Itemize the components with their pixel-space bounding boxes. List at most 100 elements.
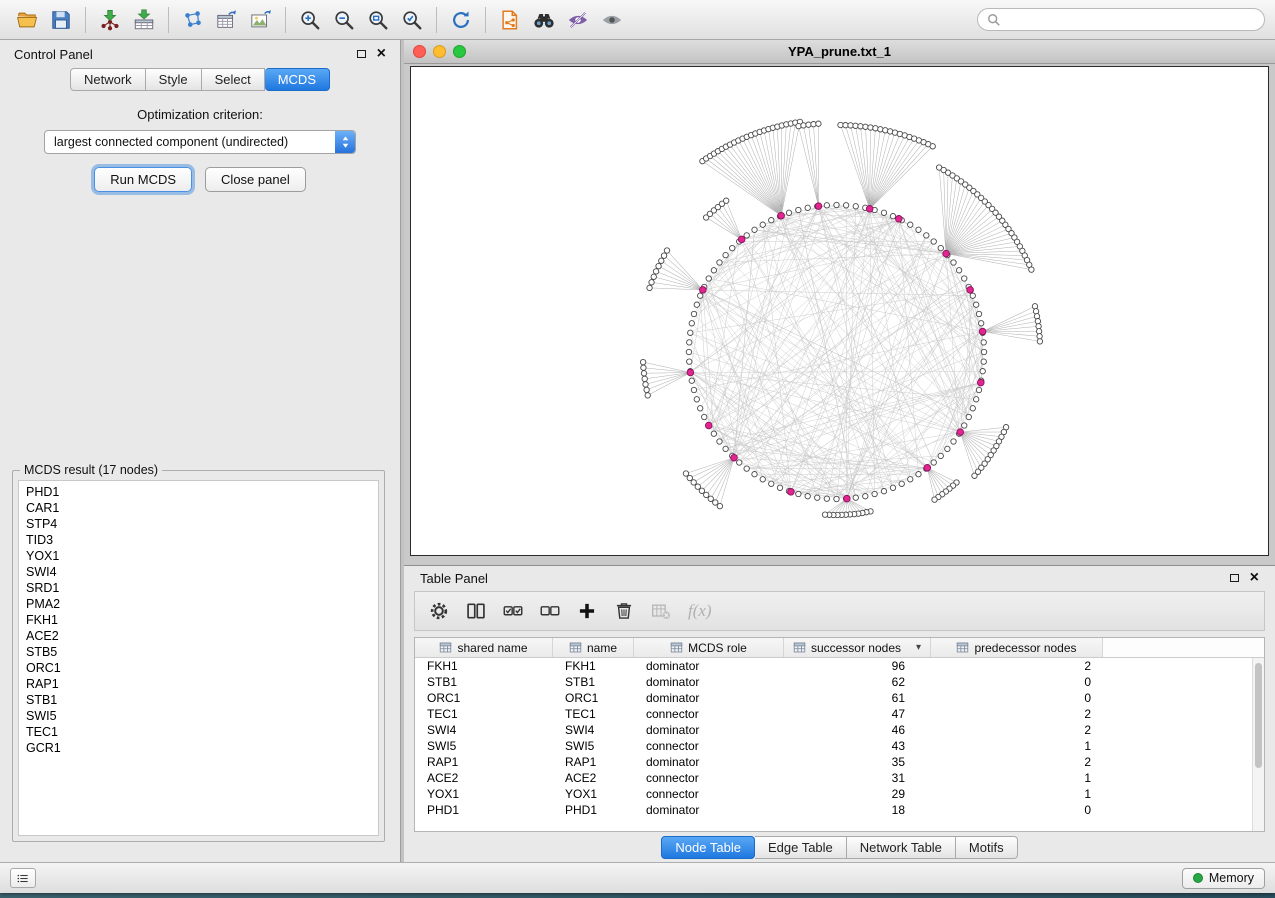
- network-window-titlebar[interactable]: YPA_prune.txt_1: [404, 40, 1275, 64]
- zoom-out-button[interactable]: [328, 5, 360, 35]
- mcds-result-item[interactable]: ACE2: [26, 628, 371, 644]
- table-cell: connector: [634, 739, 784, 753]
- mcds-result-item[interactable]: TID3: [26, 532, 371, 548]
- table-row[interactable]: TEC1TEC1connector472: [415, 706, 1264, 722]
- column-header-name[interactable]: name: [553, 638, 634, 657]
- select-all-columns-button[interactable]: [503, 601, 523, 621]
- tab-node-table[interactable]: Node Table: [661, 836, 755, 859]
- mcds-result-item[interactable]: FKH1: [26, 612, 371, 628]
- mcds-result-item[interactable]: SWI4: [26, 564, 371, 580]
- memory-button[interactable]: Memory: [1182, 868, 1265, 889]
- table-cell: 2: [931, 723, 1103, 737]
- control-panel-title: Control Panel: [14, 47, 93, 62]
- table-cell: 31: [784, 771, 931, 785]
- minimize-window-icon[interactable]: [433, 45, 446, 58]
- mcds-result-item[interactable]: ORC1: [26, 660, 371, 676]
- optimization-criterion-select[interactable]: largest connected component (undirected): [44, 130, 356, 154]
- table-row[interactable]: STB1STB1dominator620: [415, 674, 1264, 690]
- table-row[interactable]: YOX1YOX1connector291: [415, 786, 1264, 802]
- delete-column-button[interactable]: [614, 601, 634, 621]
- zoom-in-icon: [299, 9, 321, 31]
- share-document-button[interactable]: [494, 5, 526, 35]
- mcds-result-item[interactable]: SRD1: [26, 580, 371, 596]
- zoom-fit-button[interactable]: [362, 5, 394, 35]
- open-session-button[interactable]: [11, 5, 43, 35]
- refresh-button[interactable]: [445, 5, 477, 35]
- hide-panel-button[interactable]: [562, 5, 594, 35]
- import-network-button[interactable]: [94, 5, 126, 35]
- table-cell: 62: [784, 675, 931, 689]
- table-row[interactable]: FKH1FKH1dominator962: [415, 658, 1264, 674]
- maximize-window-icon[interactable]: [453, 45, 466, 58]
- table-cell: TEC1: [415, 707, 553, 721]
- mcds-result-item[interactable]: STB1: [26, 692, 371, 708]
- table-cell: SWI4: [415, 723, 553, 737]
- table-row[interactable]: SWI4SWI4dominator462: [415, 722, 1264, 738]
- table-row[interactable]: SWI5SWI5connector431: [415, 738, 1264, 754]
- mcds-result-item[interactable]: RAP1: [26, 676, 371, 692]
- mcds-result-item[interactable]: PHD1: [26, 484, 371, 500]
- mcds-result-item[interactable]: GCR1: [26, 740, 371, 756]
- table-cell: ACE2: [553, 771, 634, 785]
- column-header-fill: [1103, 638, 1264, 657]
- column-header-shared-name[interactable]: shared name: [415, 638, 553, 657]
- function-icon: f(x): [688, 601, 712, 621]
- table-row[interactable]: PHD1PHD1dominator180: [415, 802, 1264, 818]
- save-session-button[interactable]: [45, 5, 77, 35]
- close-window-icon[interactable]: [413, 45, 426, 58]
- column-header-predecessor-nodes[interactable]: predecessor nodes: [931, 638, 1103, 657]
- float-table-panel-icon[interactable]: [1230, 574, 1239, 582]
- search-box[interactable]: [977, 8, 1265, 31]
- tab-select[interactable]: Select: [202, 68, 265, 91]
- mcds-result-item[interactable]: SWI5: [26, 708, 371, 724]
- network-graph[interactable]: [411, 67, 1268, 555]
- mcds-result-item[interactable]: STB5: [26, 644, 371, 660]
- find-button[interactable]: [528, 5, 560, 35]
- deselect-all-columns-button[interactable]: [540, 601, 560, 621]
- network-canvas[interactable]: [410, 66, 1269, 556]
- export-table-button[interactable]: [211, 5, 243, 35]
- column-header-successor-nodes[interactable]: successor nodes▾: [784, 638, 931, 657]
- tab-edge-table[interactable]: Edge Table: [755, 836, 847, 859]
- tab-network-table[interactable]: Network Table: [847, 836, 956, 859]
- table-cell: RAP1: [553, 755, 634, 769]
- tab-network[interactable]: Network: [70, 68, 146, 91]
- mcds-result-item[interactable]: STP4: [26, 516, 371, 532]
- mcds-result-item[interactable]: PMA2: [26, 596, 371, 612]
- add-column-button[interactable]: [577, 601, 597, 621]
- tab-mcds[interactable]: MCDS: [265, 68, 330, 91]
- sort-caret-icon[interactable]: ▾: [916, 642, 921, 653]
- mcds-result-item[interactable]: CAR1: [26, 500, 371, 516]
- column-header-mcds-role[interactable]: MCDS role: [634, 638, 784, 657]
- scrollbar-thumb[interactable]: [1255, 663, 1262, 768]
- close-table-panel-icon[interactable]: ×: [1250, 570, 1259, 586]
- table-cell: RAP1: [415, 755, 553, 769]
- tab-style[interactable]: Style: [146, 68, 202, 91]
- import-table-button[interactable]: [128, 5, 160, 35]
- float-control-panel-icon[interactable]: [357, 50, 366, 58]
- search-icon: [987, 13, 1001, 27]
- table-scrollbar[interactable]: [1252, 658, 1264, 831]
- colgrid-icon: [439, 641, 452, 654]
- table-row[interactable]: RAP1RAP1dominator352: [415, 754, 1264, 770]
- show-columns-button[interactable]: [466, 601, 486, 621]
- close-control-panel-icon[interactable]: ×: [377, 46, 386, 62]
- search-input[interactable]: [1007, 12, 1255, 28]
- zoom-selected-button[interactable]: [396, 5, 428, 35]
- close-panel-button[interactable]: Close panel: [205, 167, 306, 192]
- table-settings-button[interactable]: [429, 601, 449, 621]
- run-mcds-button[interactable]: Run MCDS: [94, 167, 192, 192]
- tab-motifs[interactable]: Motifs: [956, 836, 1018, 859]
- new-network-button[interactable]: [177, 5, 209, 35]
- mcds-result-item[interactable]: TEC1: [26, 724, 371, 740]
- zoom-in-button[interactable]: [294, 5, 326, 35]
- status-menu-button[interactable]: [10, 868, 36, 888]
- table-row[interactable]: ORC1ORC1dominator610: [415, 690, 1264, 706]
- table-row[interactable]: ACE2ACE2connector311: [415, 770, 1264, 786]
- save-icon: [50, 9, 72, 31]
- export-image-button[interactable]: [245, 5, 277, 35]
- show-panel-button[interactable]: [596, 5, 628, 35]
- table-cell: 2: [931, 755, 1103, 769]
- mcds-result-list[interactable]: PHD1CAR1STP4TID3YOX1SWI4SRD1PMA2FKH1ACE2…: [18, 480, 379, 836]
- mcds-result-item[interactable]: YOX1: [26, 548, 371, 564]
